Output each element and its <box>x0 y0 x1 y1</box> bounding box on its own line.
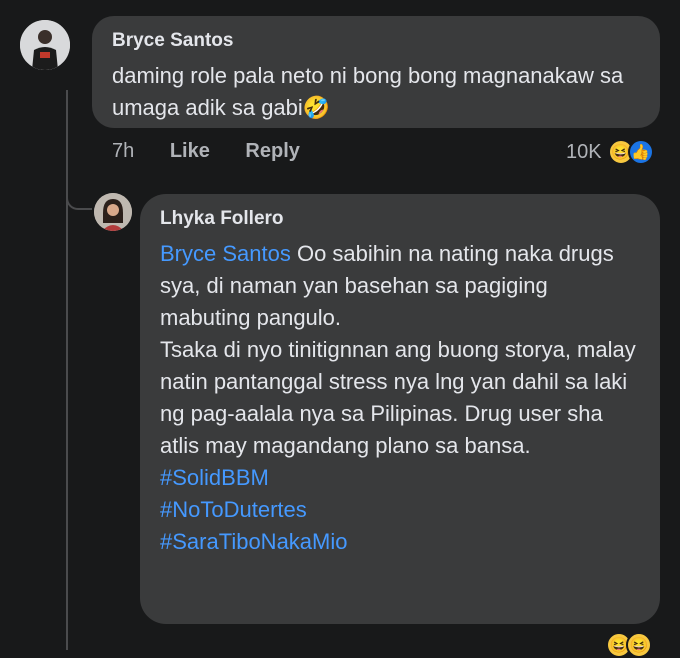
comment-bubble: Bryce Santos daming role pala neto ni bo… <box>92 16 660 128</box>
thread-line <box>66 90 68 650</box>
mention-link[interactable]: Bryce Santos <box>160 241 291 266</box>
haha-reaction-icon: 😆 <box>626 632 652 658</box>
reply-connector <box>66 190 92 210</box>
like-button[interactable]: Like <box>170 140 210 162</box>
hashtag-link[interactable]: #NoToDutertes <box>160 494 640 526</box>
rofl-emoji-icon: 🤣 <box>302 95 331 120</box>
like-reaction-icon: 👍 <box>627 139 654 165</box>
avatar[interactable] <box>20 20 70 70</box>
hashtag-link[interactable]: #SaraTiboNakaMio <box>160 526 640 558</box>
hashtag-link[interactable]: #SolidBBM <box>160 462 640 494</box>
reply-text: Bryce Santos Oo sabihin na nating naka d… <box>160 238 640 558</box>
comment-text: daming role pala neto ni bong bong magna… <box>112 60 640 124</box>
reaction-summary[interactable]: 10K 😆 👍 <box>566 139 654 165</box>
reply-paragraph: Tsaka di nyo tinitignnan ang buong story… <box>160 337 636 458</box>
reply-bubble: Lhyka Follero Bryce Santos Oo sabihin na… <box>140 194 660 624</box>
comment-body: daming role pala neto ni bong bong magna… <box>112 63 624 120</box>
person-avatar-icon <box>20 20 70 70</box>
avatar[interactable] <box>94 193 132 231</box>
reaction-count: 10K <box>566 140 602 163</box>
reply-author[interactable]: Lhyka Follero <box>160 208 640 230</box>
comment-timestamp[interactable]: 7h <box>112 140 134 162</box>
reply-reaction-summary[interactable]: 😆 😆 <box>606 632 652 658</box>
reply-button[interactable]: Reply <box>245 140 299 162</box>
comment-author[interactable]: Bryce Santos <box>112 30 640 52</box>
person-avatar-icon <box>94 193 132 231</box>
comment-actions: 7h Like Reply <box>112 140 330 163</box>
